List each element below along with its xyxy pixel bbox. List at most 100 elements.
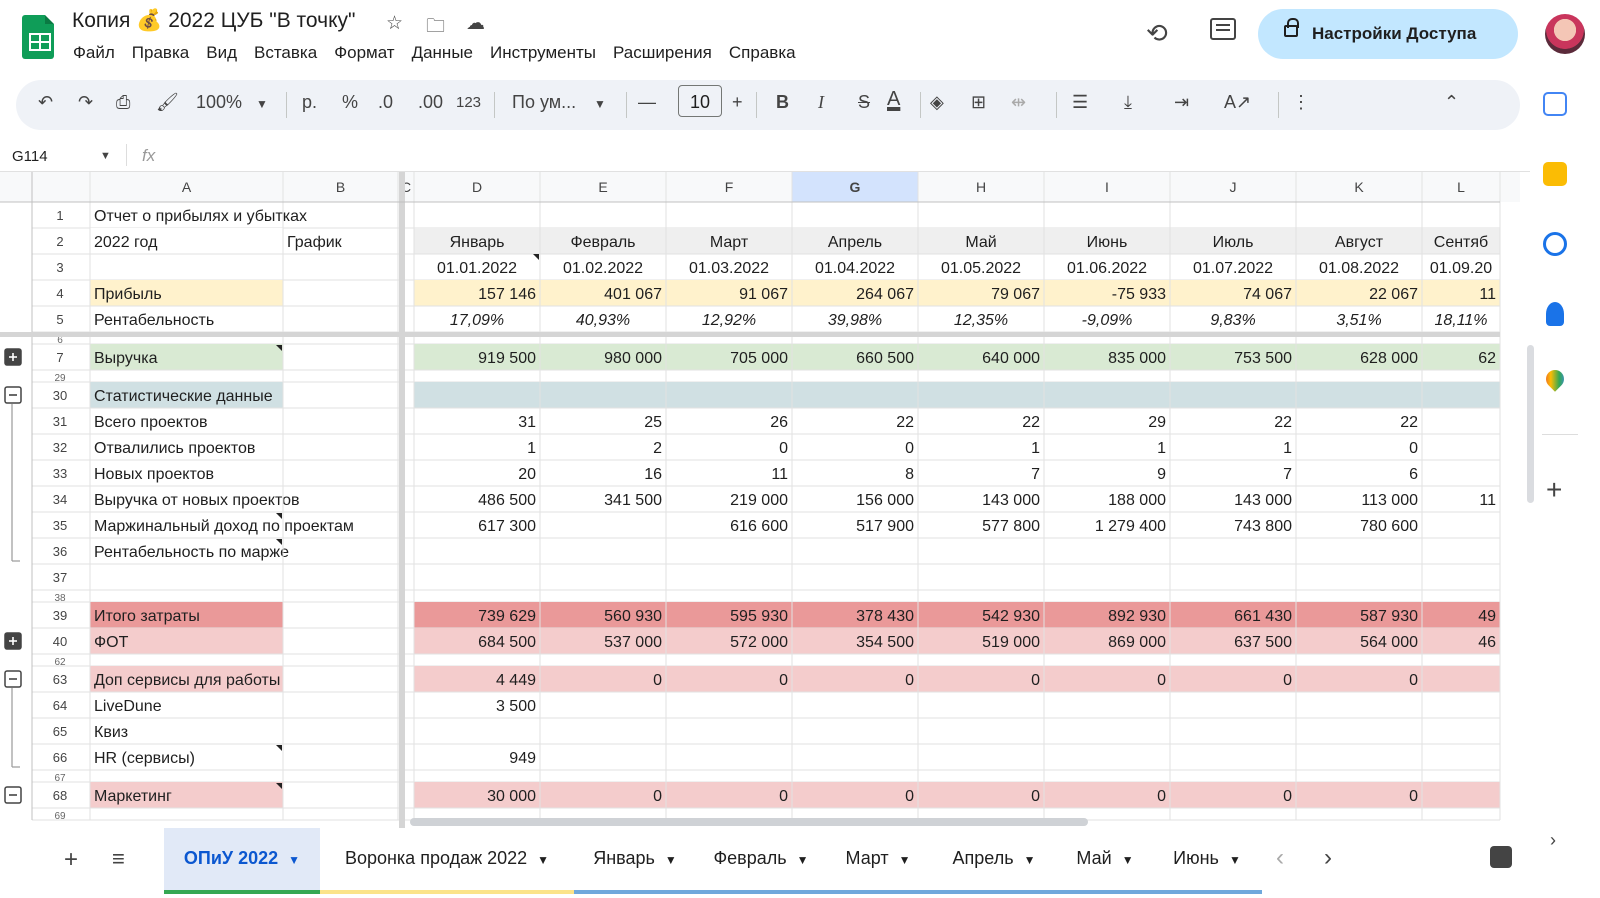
keep-icon[interactable] xyxy=(1543,162,1567,186)
cell-value[interactable]: 0 xyxy=(1031,672,1040,689)
spreadsheet-grid[interactable]: A B C D E F G H I J K L 1 Отчет о прибылях и убытках 2… xyxy=(0,172,1520,828)
row-number[interactable]: 34 xyxy=(53,492,67,507)
cell-value[interactable]: 640 000 xyxy=(982,350,1040,367)
share-button[interactable]: Настройки Доступа xyxy=(1258,9,1518,59)
cell-value[interactable]: 17,09% xyxy=(450,312,504,329)
row-number[interactable]: 7 xyxy=(56,350,63,365)
sheet-tab[interactable]: Январь ▼ xyxy=(574,828,696,894)
contacts-icon[interactable] xyxy=(1546,302,1564,326)
cell-value[interactable]: Февраль xyxy=(570,234,635,251)
cell-value[interactable]: 12,92% xyxy=(702,312,756,329)
column-header-K[interactable]: K xyxy=(1354,179,1364,195)
cell-value[interactable]: 892 930 xyxy=(1108,608,1166,625)
sheet-tab[interactable]: Апрель ▼ xyxy=(930,828,1058,894)
cell-value[interactable]: 378 430 xyxy=(856,608,914,625)
cell-value[interactable]: 143 000 xyxy=(982,492,1040,509)
cell-value[interactable]: 0 xyxy=(1409,788,1418,805)
row-number[interactable]: 63 xyxy=(53,672,67,687)
cell-value[interactable]: 980 000 xyxy=(604,350,662,367)
frozen-column-divider[interactable] xyxy=(399,172,405,828)
cell-value[interactable]: 1 xyxy=(527,440,536,457)
cell-value[interactable]: 157 146 xyxy=(478,286,536,303)
menu-item-1[interactable]: Правка xyxy=(132,43,189,62)
cell-value[interactable]: 22 xyxy=(1400,414,1418,431)
cell-value[interactable]: 753 500 xyxy=(1234,350,1292,367)
cell-a[interactable]: Квиз xyxy=(94,724,128,741)
next-sheet-icon[interactable]: › xyxy=(1324,844,1332,872)
cell-value[interactable]: 01.08.2022 xyxy=(1319,260,1399,277)
cell-b[interactable]: График xyxy=(287,234,343,251)
cell-a[interactable]: Маржинальный доход по проектам xyxy=(94,518,354,535)
expand-panel-icon[interactable]: › xyxy=(1550,830,1556,851)
sheet-tab[interactable]: Март ▼ xyxy=(826,828,930,894)
cell-value[interactable]: 01.07.2022 xyxy=(1193,260,1273,277)
cell-value[interactable]: 617 300 xyxy=(478,518,536,535)
cell-value[interactable]: 780 600 xyxy=(1360,518,1418,535)
cell-a[interactable]: 2022 год xyxy=(94,234,158,251)
star-icon[interactable]: ☆ xyxy=(386,12,403,35)
cell-value[interactable]: 1 xyxy=(1157,440,1166,457)
align-left-icon[interactable]: ☰ xyxy=(1072,92,1088,113)
cell-value[interactable]: 30 000 xyxy=(487,788,536,805)
cell-value[interactable]: Январь xyxy=(450,234,505,251)
cell-a[interactable]: Итого затраты xyxy=(94,608,200,625)
cell-value[interactable]: 219 000 xyxy=(730,492,788,509)
font-chevron-down-icon[interactable]: ▼ xyxy=(594,97,606,111)
increase-font-icon[interactable]: + xyxy=(732,92,743,113)
cell-value[interactable]: 9,83% xyxy=(1210,312,1255,329)
cell-value[interactable]: 1 279 400 xyxy=(1095,518,1166,535)
cell-value[interactable]: 3 500 xyxy=(496,698,536,715)
cell-value[interactable]: 577 800 xyxy=(982,518,1040,535)
row-number[interactable]: 32 xyxy=(53,440,67,455)
cell-value[interactable]: 869 000 xyxy=(1108,634,1166,651)
cloud-icon[interactable]: ☁ xyxy=(466,12,485,35)
font-select[interactable]: По ум... xyxy=(512,92,576,113)
row-number[interactable]: 4 xyxy=(56,286,63,301)
cell-value[interactable]: 20 xyxy=(518,466,536,483)
column-header-A[interactable]: A xyxy=(182,179,192,195)
history-icon[interactable]: ⟲ xyxy=(1146,18,1168,49)
redo-icon[interactable]: ↷ xyxy=(78,92,93,113)
sheet-tab-chevron-down-icon[interactable]: ▼ xyxy=(288,853,300,867)
row-number[interactable]: 33 xyxy=(53,466,67,481)
cell-value[interactable]: 1 xyxy=(1031,440,1040,457)
cell-value[interactable]: 01.02.2022 xyxy=(563,260,643,277)
menu-item-6[interactable]: Инструменты xyxy=(490,43,596,62)
menu-item-4[interactable]: Формат xyxy=(334,43,394,62)
cell-value[interactable]: 39,98% xyxy=(828,312,882,329)
cell-a[interactable]: Прибыль xyxy=(94,286,162,303)
number-format-button[interactable]: 123 xyxy=(456,94,481,111)
cell-value[interactable]: 22 067 xyxy=(1369,286,1418,303)
cell-value[interactable]: 12,35% xyxy=(954,312,1008,329)
cell-value[interactable]: 0 xyxy=(1031,788,1040,805)
cell-value[interactable]: 40,93% xyxy=(576,312,630,329)
cell-value[interactable]: 18,11% xyxy=(1434,312,1487,329)
cell-a[interactable]: Рентабельность xyxy=(94,312,214,329)
text-rotation-icon[interactable]: A↗ xyxy=(1224,92,1251,113)
strikethrough-button[interactable]: S xyxy=(858,92,870,113)
move-folder-icon[interactable]: 🗀 xyxy=(426,12,445,44)
cell-value[interactable]: Март xyxy=(710,234,749,251)
sheet-tab[interactable]: ОПиУ 2022 ▼ xyxy=(164,828,320,894)
cell-a[interactable]: HR (сервисы) xyxy=(94,750,195,767)
print-icon[interactable]: ⎙ xyxy=(116,92,130,113)
cell-value[interactable]: 0 xyxy=(779,672,788,689)
cell-value[interactable]: 0 xyxy=(1283,672,1292,689)
row-number[interactable]: 5 xyxy=(56,312,63,327)
undo-icon[interactable]: ↶ xyxy=(38,92,53,113)
decrease-decimal-button[interactable]: .0 xyxy=(378,92,393,113)
cell-value[interactable]: 0 xyxy=(1409,440,1418,457)
cell-value[interactable]: 684 500 xyxy=(478,634,536,651)
sheet-tab[interactable]: Воронка продаж 2022 ▼ xyxy=(320,828,574,894)
menu-item-3[interactable]: Вставка xyxy=(254,43,317,62)
bold-button[interactable]: B xyxy=(776,92,789,113)
cell-value[interactable]: 46 xyxy=(1478,634,1496,651)
cell-value[interactable]: 01.04.2022 xyxy=(815,260,895,277)
cell-value[interactable]: 637 500 xyxy=(1234,634,1292,651)
cell-value[interactable]: 0 xyxy=(1409,672,1418,689)
all-sheets-icon[interactable]: ≡ xyxy=(112,846,125,872)
cell-value[interactable]: 22 xyxy=(1022,414,1040,431)
row-number[interactable]: 2 xyxy=(56,234,63,249)
zoom-chevron-down-icon[interactable]: ▼ xyxy=(256,97,268,111)
cell-value[interactable]: 74 067 xyxy=(1243,286,1292,303)
